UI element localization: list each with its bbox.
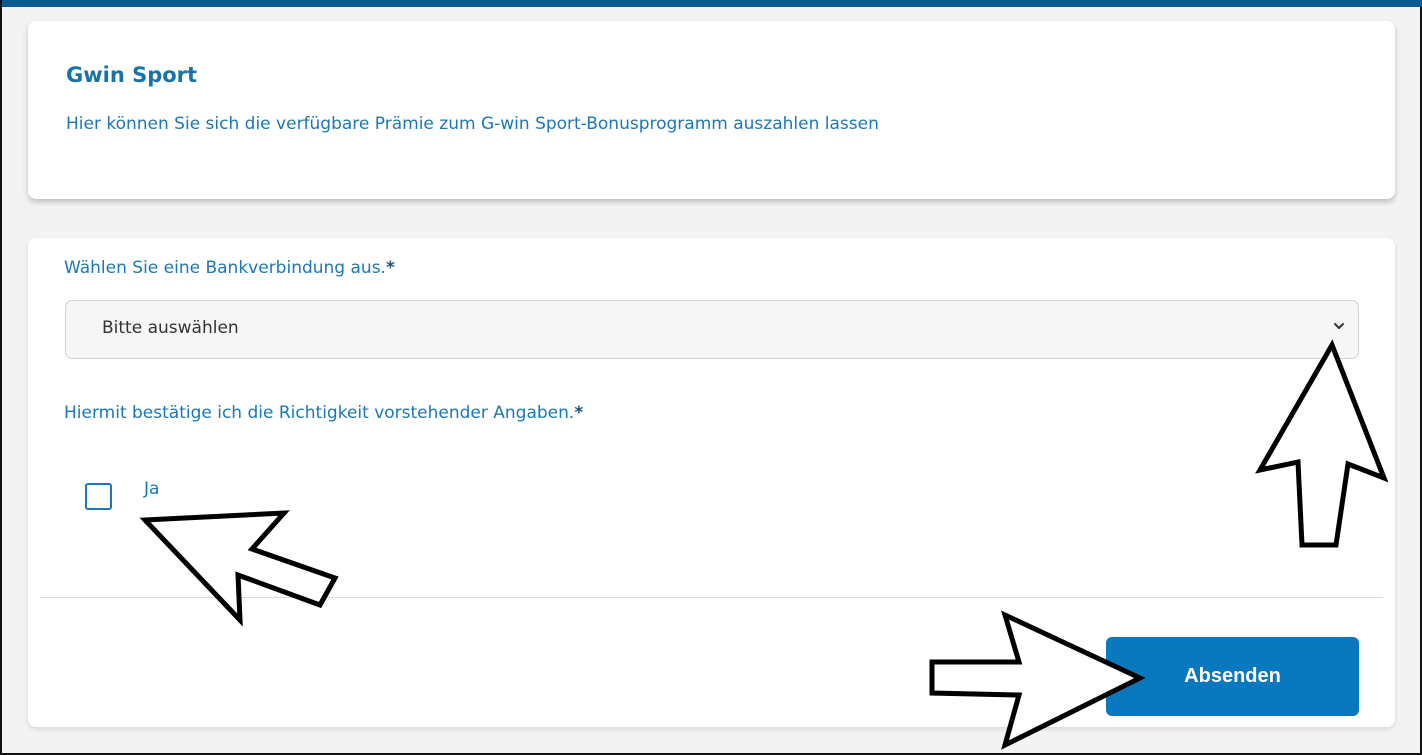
confirm-checkbox-label[interactable]: Ja <box>144 479 159 499</box>
required-marker: * <box>385 258 395 278</box>
divider <box>40 597 1383 598</box>
chevron-down-icon <box>1334 323 1344 329</box>
page-frame: Gwin Sport Hier können Sie sich die verf… <box>0 0 1422 755</box>
bank-select[interactable]: Bitte auswählen <box>65 300 1359 359</box>
header-card: Gwin Sport Hier können Sie sich die verf… <box>28 21 1395 199</box>
page-subtitle: Hier können Sie sich die verfügbare Präm… <box>66 114 879 134</box>
confirm-label-text: Hiermit bestätige ich die Richtigkeit vo… <box>64 403 575 423</box>
bank-select-label: Wählen Sie eine Bankverbindung aus.* <box>64 258 395 278</box>
required-marker: * <box>574 403 584 423</box>
form-card: Wählen Sie eine Bankverbindung aus.* Bit… <box>28 238 1395 727</box>
confirm-label: Hiermit bestätige ich die Richtigkeit vo… <box>64 403 583 423</box>
bank-select-value: Bitte auswählen <box>102 318 239 338</box>
confirm-checkbox[interactable] <box>85 483 112 510</box>
top-bar <box>2 0 1422 7</box>
page-title: Gwin Sport <box>66 63 198 87</box>
bank-select-label-text: Wählen Sie eine Bankverbindung aus. <box>64 258 386 278</box>
submit-button[interactable]: Absenden <box>1106 637 1359 716</box>
